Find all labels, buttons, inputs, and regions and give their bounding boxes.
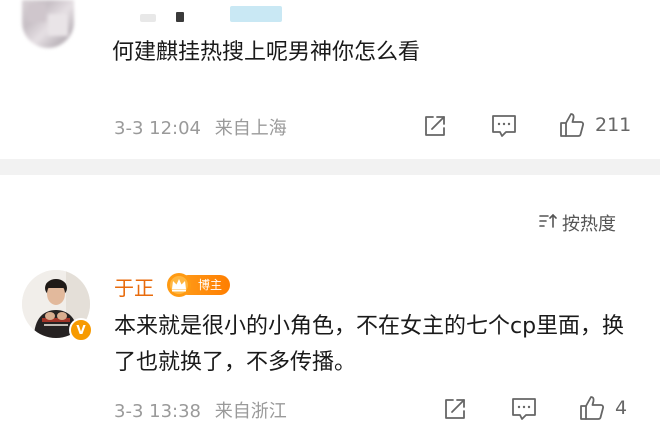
commenter-name-blur [140, 14, 156, 22]
comment-meta: 3-3 12:04 来自上海 [114, 114, 287, 140]
comment-text: 何建麒挂热搜上呢男神你怎么看 [112, 40, 421, 65]
blogger-badge: 博主 [166, 272, 231, 298]
sort-by-hot-button[interactable]: 按热度 [538, 210, 616, 236]
sort-icon [538, 212, 562, 235]
share-icon[interactable] [442, 396, 468, 422]
crown-icon [166, 272, 192, 298]
verified-badge: V [69, 318, 93, 342]
comment-meta: 3-3 13:38 来自浙江 [114, 397, 287, 423]
comment-time: 3-3 13:38 [114, 401, 201, 422]
author-name[interactable]: 于正 [114, 272, 154, 301]
like-count: 4 [615, 397, 628, 419]
comment-text: 本来就是很小的小角色，不在女主的七个cp里面，换了也就换了，不多传播。 [114, 314, 625, 375]
commenter-avatar[interactable] [22, 0, 74, 48]
comment-icon[interactable] [510, 396, 538, 422]
share-icon[interactable] [422, 113, 448, 139]
comment-time: 3-3 12:04 [114, 118, 201, 139]
like-count: 211 [595, 114, 632, 136]
comment-icon[interactable] [490, 113, 518, 139]
like-icon[interactable] [558, 111, 586, 139]
comment-location: 来自浙江 [214, 401, 287, 422]
comment-location: 来自上海 [214, 118, 287, 139]
section-divider [0, 159, 660, 175]
commenter-name-blur [230, 6, 282, 22]
like-icon[interactable] [578, 394, 606, 422]
commenter-name-blur [176, 12, 184, 22]
sort-label: 按热度 [562, 214, 616, 235]
